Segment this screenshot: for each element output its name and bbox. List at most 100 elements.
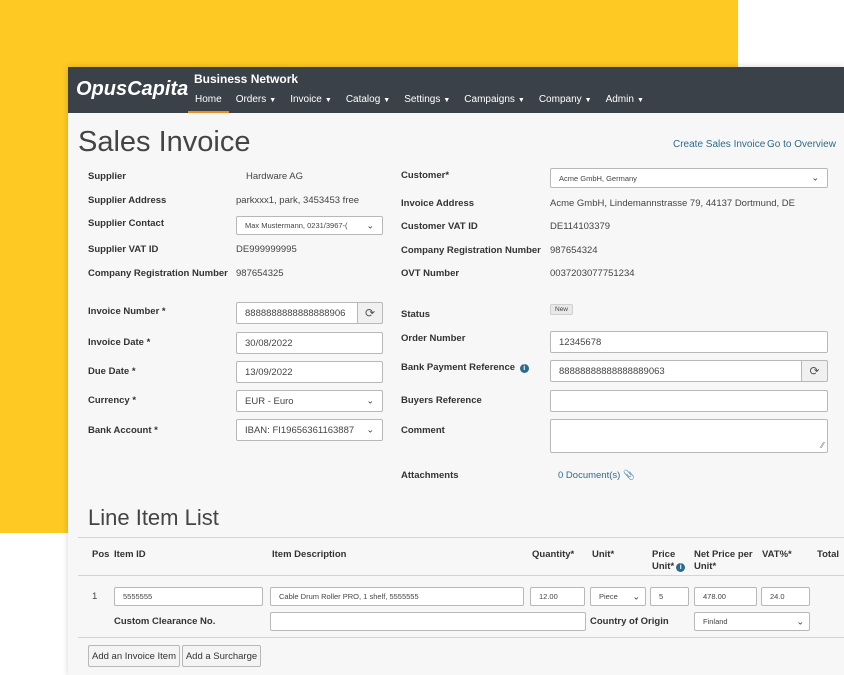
customer-reg-value: 987654324 <box>550 245 598 256</box>
supplier-address-value: parkxxx1, park, 3453453 free <box>236 195 360 206</box>
chevron-down-icon: ⌄ <box>366 424 374 435</box>
info-icon[interactable]: i <box>676 563 686 572</box>
currency-select[interactable]: EUR - Euro ⌄ <box>236 390 383 412</box>
col-item-id: Item ID <box>114 549 146 560</box>
nav-home[interactable]: Home <box>188 92 229 113</box>
custom-clearance-label: Custom Clearance No. <box>114 616 216 627</box>
nav-company[interactable]: Company ▼ <box>532 92 599 111</box>
paperclip-icon: 📎 <box>622 470 635 481</box>
col-quantity: Quantity* <box>532 549 575 560</box>
invoice-date-input[interactable]: 30/08/2022 <box>236 332 383 354</box>
bank-account-label: Bank Account * <box>88 425 158 436</box>
nav-catalog[interactable]: Catalog ▼ <box>339 92 397 111</box>
bank-account-select[interactable]: IBAN: FI19656361163887 ⌄ <box>236 419 383 441</box>
chevron-down-icon: ⌄ <box>632 591 640 601</box>
attachments-link[interactable]: 0 Document(s) 📎 <box>558 470 635 481</box>
col-total: Total <box>817 549 839 560</box>
supplier-reg-label: Company Registration Number <box>88 268 228 279</box>
customer-vat-value: DE114103379 <box>550 221 611 232</box>
row-pos: 1 <box>92 591 98 602</box>
caret-down-icon: ▼ <box>517 97 525 104</box>
app-window: OpusCapita Business Network Home Orders ▼… <box>68 67 844 675</box>
supplier-contact-label: Supplier Contact <box>88 218 165 229</box>
refresh-icon[interactable]: ⟳ <box>357 302 383 324</box>
page-title: Sales Invoice <box>78 126 251 158</box>
top-navigation-bar: OpusCapita Business Network Home Orders ▼… <box>68 67 844 113</box>
chevron-down-icon: ⌄ <box>366 220 374 230</box>
nav-orders[interactable]: Orders ▼ <box>229 92 284 111</box>
invoice-address-label: Invoice Address <box>401 198 475 209</box>
supplier-vat-value: DE999999995 <box>236 244 297 255</box>
chevron-down-icon: ⌄ <box>811 172 819 183</box>
create-sales-invoice-link[interactable]: Create Sales Invoice <box>673 139 765 150</box>
country-of-origin-label: Country of Origin <box>590 616 669 627</box>
chevron-down-icon: ⌄ <box>366 395 374 406</box>
status-label: Status <box>401 309 431 320</box>
table-header-divider <box>78 575 844 576</box>
line-item-list-title: Line Item List <box>88 505 219 530</box>
price-unit-input[interactable]: 5 <box>650 587 689 606</box>
supplier-contact-select[interactable]: Max Mustermann, 0231/3967-( ⌄ <box>236 216 383 235</box>
comment-label: Comment <box>401 425 445 436</box>
nav-invoice[interactable]: Invoice ▼ <box>283 92 339 111</box>
invoice-number-label: Invoice Number * <box>88 306 166 317</box>
customer-vat-label: Customer VAT ID <box>401 221 478 232</box>
unit-select[interactable]: Piece ⌄ <box>590 587 646 606</box>
item-id-input[interactable]: 5555555 <box>114 587 263 606</box>
table-top-divider <box>78 537 844 538</box>
main-nav: Home Orders ▼ Invoice ▼ Catalog ▼ Settings ▼… <box>188 92 651 113</box>
supplier-label: Supplier <box>88 171 127 182</box>
caret-down-icon: ▼ <box>443 97 451 104</box>
add-surcharge-button[interactable]: Add a Surcharge <box>182 645 261 667</box>
buyers-reference-label: Buyers Reference <box>401 395 482 406</box>
country-of-origin-select[interactable]: Finland ⌄ <box>694 612 810 631</box>
ovt-number-value: 0037203077751234 <box>550 268 635 279</box>
net-price-input[interactable]: 478.00 <box>694 587 757 606</box>
nav-admin[interactable]: Admin ▼ <box>599 92 651 111</box>
col-net-price: Net Price per Unit* <box>694 549 753 572</box>
customer-reg-label: Company Registration Number <box>401 245 541 256</box>
attachments-label: Attachments <box>401 470 459 481</box>
add-invoice-item-button[interactable]: Add an Invoice Item <box>88 645 180 667</box>
status-badge: New <box>550 304 574 315</box>
caret-down-icon: ▼ <box>584 97 592 104</box>
caret-down-icon: ▼ <box>324 97 332 104</box>
col-price-unit: Price Unit* i <box>652 549 686 573</box>
bank-payment-reference-label: Bank Payment Reference i <box>401 362 529 373</box>
buyers-reference-input[interactable] <box>550 390 828 412</box>
col-pos: Pos <box>92 549 110 560</box>
vat-input[interactable]: 24.0 <box>761 587 810 606</box>
order-number-input[interactable]: 12345678 <box>550 331 828 353</box>
comment-textarea[interactable]: ⁄⁄ <box>550 419 828 453</box>
due-date-input[interactable]: 13/09/2022 <box>236 361 383 383</box>
invoice-date-label: Invoice Date * <box>88 337 151 348</box>
quantity-input[interactable]: 12.00 <box>530 587 585 606</box>
nav-settings[interactable]: Settings ▼ <box>397 92 457 111</box>
ovt-number-label: OVT Number <box>401 268 460 279</box>
invoice-address-value: Acme GmbH, Lindemannstrasse 79, 44137 Do… <box>550 198 796 209</box>
go-to-overview-link[interactable]: Go to Overview <box>767 139 836 150</box>
table-bottom-divider <box>78 637 844 638</box>
info-icon[interactable]: i <box>519 364 529 373</box>
customer-select[interactable]: Acme GmbH, Germany ⌄ <box>550 168 828 188</box>
resize-handle-icon[interactable]: ⁄⁄ <box>821 441 824 450</box>
product-name: Business Network <box>194 72 299 86</box>
item-description-input[interactable]: Cable Drum Roller PRO, 1 shelf, 5555555 <box>270 587 524 606</box>
nav-campaigns[interactable]: Campaigns ▼ <box>457 92 532 111</box>
bank-payment-reference-input[interactable]: 88888888888888889063 <box>550 360 802 382</box>
supplier-address-label: Supplier Address <box>88 195 167 206</box>
col-unit: Unit* <box>592 549 615 560</box>
caret-down-icon: ▼ <box>383 97 391 104</box>
refresh-icon[interactable]: ⟳ <box>801 360 828 382</box>
due-date-label: Due Date * <box>88 366 136 377</box>
supplier-value: Hardware AG <box>246 171 304 182</box>
customer-label: Customer* <box>401 170 450 181</box>
custom-clearance-input[interactable] <box>270 612 586 631</box>
opuscapita-logo[interactable]: OpusCapita <box>76 78 188 101</box>
caret-down-icon: ▼ <box>269 97 277 104</box>
col-vat: VAT%* <box>762 549 792 560</box>
order-number-label: Order Number <box>401 333 466 344</box>
invoice-number-input[interactable]: 8888888888888888906 <box>236 302 358 324</box>
supplier-vat-label: Supplier VAT ID <box>88 244 159 255</box>
currency-label: Currency * <box>88 395 137 406</box>
